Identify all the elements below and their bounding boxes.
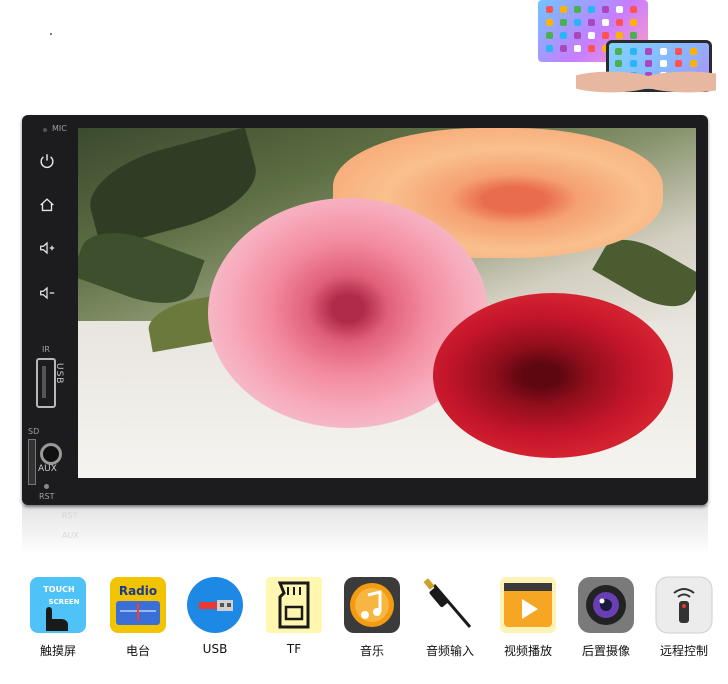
feature-label: USB xyxy=(202,642,228,656)
app-tile xyxy=(574,32,581,39)
app-tile xyxy=(602,32,609,39)
video-play-icon xyxy=(500,577,556,633)
feature-label: 音频输入 xyxy=(425,644,474,658)
phone-mirroring-image xyxy=(536,0,716,100)
volume-up-icon xyxy=(40,241,55,255)
app-tile xyxy=(630,48,637,55)
aux-label: AUX xyxy=(38,464,57,474)
volume-up-button[interactable] xyxy=(34,235,60,261)
feature-touch-screen: TOUCH SCREEN 触摸屏 xyxy=(16,570,96,665)
app-tile xyxy=(574,19,581,26)
feature-usb: USB xyxy=(173,570,253,665)
feature-label: TF xyxy=(286,642,302,656)
radio-icon: Radio xyxy=(110,577,166,633)
app-tile xyxy=(560,6,567,13)
rear-camera-icon xyxy=(578,577,634,633)
app-tile xyxy=(645,48,652,55)
power-icon xyxy=(40,154,54,169)
svg-text:Radio: Radio xyxy=(119,584,157,598)
feature-music: 音乐 xyxy=(330,570,410,665)
app-tile xyxy=(546,6,553,13)
feature-label: 后置摄像 xyxy=(581,644,630,658)
app-tile xyxy=(602,6,609,13)
tf-card-icon xyxy=(266,577,322,633)
display-screen[interactable] xyxy=(78,128,696,478)
app-tile xyxy=(588,45,595,52)
reflection-text: AUX xyxy=(62,531,79,540)
svg-text:TOUCH: TOUCH xyxy=(43,585,74,594)
reflection-text: RST xyxy=(62,511,78,520)
mic-hole xyxy=(43,128,47,132)
feature-remote-control: 远程控制 xyxy=(642,570,722,665)
app-tile xyxy=(560,19,567,26)
app-tile xyxy=(546,19,553,26)
sd-slot[interactable] xyxy=(28,439,36,485)
feature-rear-camera: 后置摄像 xyxy=(564,570,644,665)
feature-label: 电台 xyxy=(125,644,150,658)
app-tile xyxy=(546,45,553,52)
usb-port-label: USB xyxy=(54,363,64,385)
feature-label: 音乐 xyxy=(359,644,384,658)
app-tile xyxy=(574,6,581,13)
audio-input-icon xyxy=(423,578,472,628)
app-tile xyxy=(574,45,581,52)
app-tile xyxy=(546,32,553,39)
app-tile xyxy=(616,19,623,26)
device-reflection: RST AUX xyxy=(22,505,708,555)
feature-video-play: 视频播放 xyxy=(486,570,566,665)
app-tile xyxy=(660,48,667,55)
app-tile xyxy=(630,19,637,26)
volume-down-button[interactable] xyxy=(34,280,60,306)
ir-label: IR xyxy=(42,345,50,354)
sd-label: SD xyxy=(28,427,40,436)
speck xyxy=(50,33,52,35)
usb-icon xyxy=(187,577,243,633)
usb-port[interactable] xyxy=(36,358,56,408)
feature-label: 触摸屏 xyxy=(39,644,76,658)
reset-button[interactable] xyxy=(44,484,49,489)
app-tile xyxy=(560,32,567,39)
remote-control-icon xyxy=(655,576,713,634)
svg-text:SCREEN: SCREEN xyxy=(49,598,80,606)
feature-audio-input: 音频输入 xyxy=(408,570,488,665)
app-tile xyxy=(690,48,697,55)
app-tile xyxy=(630,32,637,39)
music-icon xyxy=(344,577,400,633)
aux-port[interactable] xyxy=(40,443,62,465)
feature-label: 视频播放 xyxy=(503,644,552,658)
app-tile xyxy=(588,6,595,13)
feature-icons-row: TOUCH SCREEN 触摸屏 Radio 电台 USB TF 音乐 音频输入… xyxy=(0,570,728,670)
power-button[interactable] xyxy=(34,148,60,174)
app-tile xyxy=(602,19,609,26)
volume-down-icon xyxy=(40,286,55,300)
home-button[interactable] xyxy=(34,192,60,218)
app-tile xyxy=(675,48,682,55)
app-tile xyxy=(616,6,623,13)
feature-tf: TF xyxy=(252,570,332,665)
app-tile xyxy=(615,48,622,55)
mic-label: MIC xyxy=(52,124,67,133)
red-rose xyxy=(433,293,673,458)
app-tile xyxy=(588,32,595,39)
feature-radio: Radio 电台 xyxy=(96,570,176,665)
car-head-unit: MIC IR USB SD AUX RST xyxy=(22,115,708,505)
feature-label: 远程控制 xyxy=(659,644,708,658)
touch-screen-icon: TOUCH SCREEN xyxy=(30,577,86,633)
hands-holding-phone xyxy=(576,58,716,98)
app-tile xyxy=(560,45,567,52)
app-tile xyxy=(616,32,623,39)
home-icon xyxy=(40,198,54,212)
rst-label: RST xyxy=(39,492,55,501)
app-tile xyxy=(630,6,637,13)
app-tile xyxy=(588,19,595,26)
